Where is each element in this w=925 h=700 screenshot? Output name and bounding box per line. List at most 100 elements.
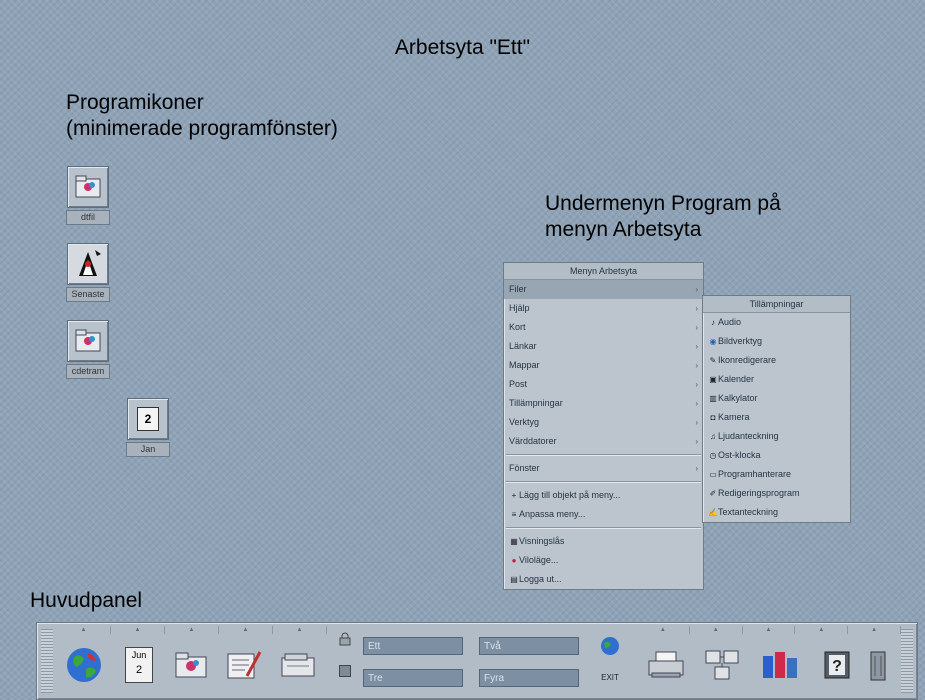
caption-submenu-line1: Undermenyn Program på	[545, 192, 781, 215]
workspace-menu: Menyn Arbetsyta Filer › Hjälp › Kort › Länk…	[503, 262, 704, 590]
add-to-menu-icon: +	[511, 491, 517, 500]
voice-note-icon: ♫	[710, 432, 716, 441]
app-item-kamera[interactable]: ◘ Kamera	[703, 408, 850, 427]
menu-item-fonster[interactable]: Fönster ›	[504, 459, 703, 478]
menu-item-hjalp[interactable]: Hjälp ›	[504, 299, 703, 318]
help-manager-button[interactable]: ?	[813, 641, 863, 689]
caption-submenu: Undermenyn Program på menyn Arbetsyta	[545, 191, 781, 243]
menu-item-add-object[interactable]: + Lägg till objekt på meny...	[504, 486, 703, 505]
submenu-arrow-icon: ›	[695, 464, 698, 473]
desktop-icon-senaste[interactable]: Senaste	[66, 243, 110, 302]
menu-separator	[506, 454, 701, 456]
file-manager-button[interactable]	[169, 641, 213, 689]
file-manager-icon	[67, 320, 109, 362]
panel-right-grip[interactable]	[901, 629, 913, 693]
trash-button[interactable]	[863, 641, 893, 689]
desktop-icon-dtfil[interactable]: dtfil	[66, 166, 110, 225]
caption-front-panel: Huvudpanel	[30, 589, 143, 612]
menu-item-tillampningar[interactable]: Tillämpningar ›	[504, 394, 703, 413]
svg-text:?: ?	[832, 658, 842, 675]
calculator-icon: ▥	[709, 394, 717, 403]
app-item-programhanterare[interactable]: ▭Programhanterare	[703, 465, 850, 484]
caption-submenu-line2: menyn Arbetsyta	[545, 218, 702, 241]
desktop-icon-label: dtfil	[66, 210, 110, 225]
help-icon: ?	[824, 651, 850, 679]
subpanel-arrow-icon[interactable]: ▲	[165, 626, 219, 634]
calendar-button[interactable]: Jun 2	[119, 641, 159, 689]
subpanel-arrow-icon[interactable]: ▲	[795, 626, 849, 634]
menu-item-mappar[interactable]: Mappar ›	[504, 356, 703, 375]
busy-light-icon	[339, 665, 351, 677]
submenu-arrow-icon: ›	[695, 285, 698, 294]
workspace-button-3[interactable]: Tre	[363, 669, 463, 687]
menu-item-kort[interactable]: Kort ›	[504, 318, 703, 337]
subpanel-arrow-icon[interactable]: ▲	[743, 626, 796, 634]
globe-icon	[67, 648, 101, 682]
subpanel-arrow-icon[interactable]: ▲	[637, 626, 690, 634]
subpanel-arrow-icon[interactable]: ▲	[111, 626, 165, 634]
caption-workspace: Arbetsyta "Ett"	[394, 36, 531, 59]
app-item-redigeringsprogram[interactable]: ✐ Redigeringsprogram	[703, 484, 850, 503]
subpanel-arrow-icon[interactable]: ▲	[690, 626, 743, 634]
text-editor-button[interactable]	[221, 641, 267, 689]
app-item-ikonredigerare[interactable]: ✎ Ikonredigerare	[703, 351, 850, 370]
workspace-button-1[interactable]: Ett	[363, 637, 463, 655]
menu-separator	[506, 481, 701, 483]
front-panel: ▲ ▲ ▲ ▲ ▲ ▲ ▲ ▲ ▲ ▲ Jun 2 Ett Två Tre Fy…	[36, 622, 918, 700]
color-palette-button[interactable]	[755, 641, 805, 689]
camera-icon: ◘	[710, 413, 716, 422]
workspace-button-2[interactable]: Två	[479, 637, 579, 655]
exit-button[interactable]: EXIT	[595, 667, 625, 687]
desktop-icon-label: Senaste	[66, 287, 110, 302]
calendar-icon: Jun 2	[125, 647, 153, 683]
lock-icon	[339, 632, 351, 646]
menu-separator	[506, 527, 701, 529]
panel-left-grip[interactable]	[41, 629, 53, 693]
lock-icon: ▦	[510, 537, 518, 546]
menu-item-post[interactable]: Post ›	[504, 375, 703, 394]
menu-item-lankar[interactable]: Länkar ›	[504, 337, 703, 356]
desktop-icon-calendar[interactable]: 2 Jan	[126, 398, 170, 457]
app-item-kalender[interactable]: ▣Kalender	[703, 370, 850, 389]
globe-small-button[interactable]	[595, 633, 625, 659]
app-item-audio[interactable]: ♪ Audio	[703, 313, 850, 332]
app-item-ljudanteckning[interactable]: ♫ Ljudanteckning	[703, 427, 850, 446]
lock-button[interactable]	[337, 631, 353, 647]
submenu-arrow-icon: ›	[695, 361, 698, 370]
app-manager-icon: ▭	[709, 470, 717, 479]
submenu-arrow-icon: ›	[695, 418, 698, 427]
menu-item-lock[interactable]: ▦Visningslås	[504, 532, 703, 551]
subpanel-arrow-icon[interactable]: ▲	[848, 626, 901, 634]
subpanel-arrow-icon[interactable]: ▲	[57, 626, 111, 634]
text-editor-icon: ✐	[709, 489, 717, 498]
app-item-bildverktyg[interactable]: ◉ Bildverktyg	[703, 332, 850, 351]
subpanel-arrow-icon[interactable]: ▲	[273, 626, 327, 634]
desktop-icon-cdetram[interactable]: cdetram	[66, 320, 110, 379]
app-item-ost-klocka[interactable]: ◷ Ost-klocka	[703, 446, 850, 465]
app-item-kalkylator[interactable]: ▥Kalkylator	[703, 389, 850, 408]
mailer-button[interactable]	[275, 641, 321, 689]
app-item-textanteckning[interactable]: ✍Textanteckning	[703, 503, 850, 522]
globe-button[interactable]	[59, 641, 109, 689]
style-manager-icon	[705, 650, 739, 680]
file-manager-icon	[175, 652, 207, 678]
menu-item-customize[interactable]: ≡ Anpassa meny...	[504, 505, 703, 524]
menu-item-verktyg[interactable]: Verktyg ›	[504, 413, 703, 432]
mailbox-icon	[281, 653, 315, 677]
subpanel-arrow-icon[interactable]: ▲	[219, 626, 273, 634]
submenu-title: Tillämpningar	[703, 296, 850, 313]
busy-light-button[interactable]	[337, 663, 353, 679]
file-manager-icon	[67, 166, 109, 208]
style-manager-button[interactable]	[697, 641, 747, 689]
calendar-month: Jun	[131, 650, 147, 660]
image-tool-icon: ◉	[709, 337, 717, 346]
menu-title: Menyn Arbetsyta	[504, 263, 703, 280]
text-note-icon: ✍	[708, 508, 718, 517]
menu-item-filer[interactable]: Filer ›	[504, 280, 703, 299]
menu-item-varddatorer[interactable]: Värddatorer ›	[504, 432, 703, 451]
menu-item-suspend[interactable]: ● Viloläge...	[504, 551, 703, 570]
workspace-button-4[interactable]: Fyra	[479, 669, 579, 687]
printer-button[interactable]	[641, 641, 691, 689]
calendar-day: 2	[135, 664, 143, 676]
menu-item-logout[interactable]: ▤Logga ut...	[504, 570, 703, 589]
